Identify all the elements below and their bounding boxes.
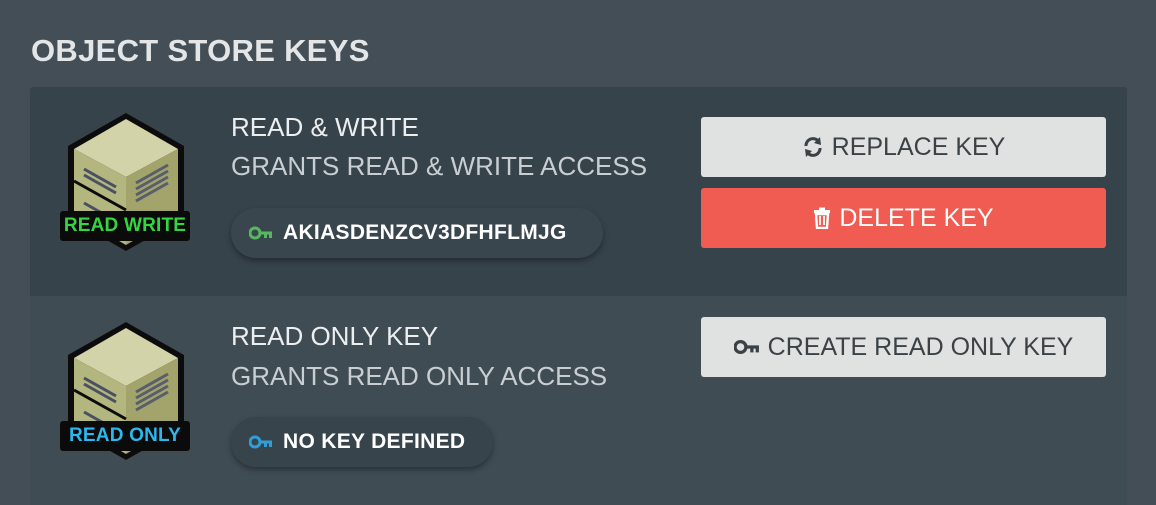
access-key-value: NO KEY DEFINED (283, 430, 466, 453)
replace-key-label: REPLACE KEY (831, 132, 1006, 161)
read-write-badge: READ WRITE (60, 211, 190, 241)
key-icon (733, 339, 759, 355)
read-only-badge: READ ONLY (60, 421, 190, 451)
refresh-icon (804, 137, 822, 157)
delete-key-button[interactable]: DELETE KEY (701, 188, 1106, 248)
trash-icon (814, 207, 831, 229)
access-key-pill[interactable]: AKIASDENZCV3DFHFLMJG (231, 208, 603, 258)
key-icon (249, 226, 272, 240)
key-name-label: READ ONLY KEY (231, 321, 439, 351)
key-description: GRANTS READ ONLY ACCESS (231, 361, 608, 391)
delete-key-label: DELETE KEY (839, 203, 994, 232)
replace-key-button[interactable]: REPLACE KEY (701, 117, 1106, 177)
access-key-pill[interactable]: NO KEY DEFINED (231, 417, 493, 467)
key-description: GRANTS READ & WRITE ACCESS (231, 151, 648, 181)
key-name-label: READ & WRITE (231, 112, 419, 142)
create-read-only-key-button[interactable]: CREATE READ ONLY KEY (701, 317, 1106, 377)
read-write-key-panel: READ WRITE READ & WRITE GRANTS READ & WR… (30, 87, 1127, 296)
access-key-value: AKIASDENZCV3DFHFLMJG (283, 221, 567, 244)
read-only-key-panel: READ ONLY READ ONLY KEY GRANTS READ ONLY… (30, 296, 1127, 505)
key-icon (249, 435, 272, 449)
page-title: OBJECT STORE KEYS (31, 33, 370, 68)
create-read-only-key-label: CREATE READ ONLY KEY (767, 332, 1074, 361)
